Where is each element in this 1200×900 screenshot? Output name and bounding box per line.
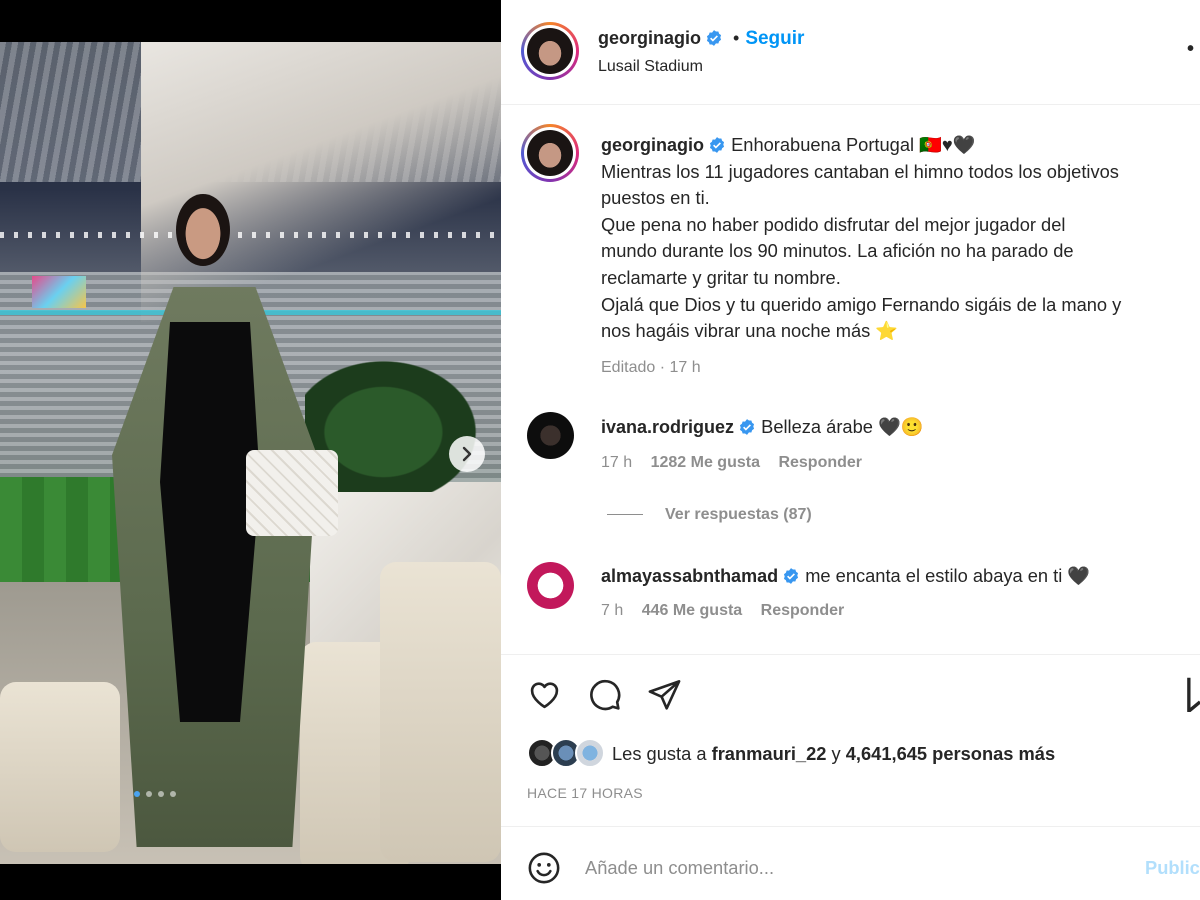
stadium-lights bbox=[0, 232, 501, 238]
likes-count[interactable]: 4,641,645 personas más bbox=[846, 743, 1055, 764]
add-comment-bar: Añade un comentario... Publicar bbox=[501, 826, 1200, 900]
caption-line: Ojalá que Dios y tu querido amigo Fernan… bbox=[601, 293, 1122, 315]
verified-badge-icon bbox=[709, 137, 725, 153]
view-replies-label: Ver respuestas (87) bbox=[665, 506, 812, 523]
comment-input[interactable]: Añade un comentario... bbox=[585, 857, 774, 879]
likes-summary: Les gusta a franmauri_22 y 4,641,645 per… bbox=[612, 743, 1055, 765]
comment-text: me encanta el estilo abaya en ti 🖤 bbox=[805, 565, 1091, 586]
comment-meta: 7 h 446 Me gusta Responder bbox=[601, 602, 844, 620]
post-timestamp[interactable]: HACE 17 HORAS bbox=[527, 785, 643, 801]
post-media bbox=[0, 0, 501, 900]
verified-badge-icon bbox=[739, 419, 755, 435]
header-separator: • bbox=[733, 28, 740, 48]
more-options-button[interactable]: • bbox=[1187, 38, 1194, 61]
likers-avatars[interactable] bbox=[527, 738, 607, 768]
handbag bbox=[246, 450, 338, 536]
view-replies-button[interactable]: Ver respuestas (87) bbox=[607, 506, 812, 524]
comment-icon bbox=[590, 679, 621, 711]
share-button[interactable] bbox=[647, 677, 682, 712]
caption-line: puestos en ti. bbox=[601, 187, 710, 209]
caption-line: Mientras los 11 jugadores cantaban el hi… bbox=[601, 160, 1119, 182]
stadium-screen bbox=[32, 276, 86, 308]
liker-username[interactable]: franmauri_22 bbox=[712, 743, 827, 764]
caption-author-avatar[interactable] bbox=[521, 124, 579, 182]
author-username[interactable]: georginagio bbox=[598, 28, 701, 48]
carousel-dot[interactable] bbox=[134, 791, 140, 797]
liker-avatar bbox=[575, 738, 605, 768]
carousel-dot[interactable] bbox=[146, 791, 152, 797]
emoji-icon bbox=[528, 852, 560, 884]
person-head bbox=[176, 194, 230, 266]
paper-plane-icon bbox=[648, 680, 681, 710]
chevron-right-icon bbox=[462, 446, 472, 462]
post-actions: Les gusta a franmauri_22 y 4,641,645 per… bbox=[501, 654, 1200, 824]
caption-line: reclamarte y gritar tu nombre. bbox=[601, 266, 841, 288]
commenter-avatar[interactable] bbox=[527, 412, 574, 459]
comment-likes[interactable]: 1282 Me gusta bbox=[651, 454, 760, 471]
caption-line: mundo durante los 90 minutos. La afición… bbox=[601, 240, 1074, 262]
post-header: georginagio • Seguir Lusail Stadium • bbox=[501, 0, 1200, 105]
carousel-dot[interactable] bbox=[170, 791, 176, 797]
next-slide-button[interactable] bbox=[449, 436, 485, 472]
comment-meta: 17 h 1282 Me gusta Responder bbox=[601, 454, 862, 472]
caption-edited-time: Editado · 17 h bbox=[601, 358, 701, 376]
comments-section: georginagio Enhorabuena Portugal 🇵🇹♥🖤 Mi… bbox=[501, 106, 1200, 654]
carousel-dots bbox=[134, 791, 176, 797]
emoji-button[interactable] bbox=[527, 851, 561, 885]
reply-button[interactable]: Responder bbox=[761, 602, 845, 619]
caption-line: nos hagáis vibrar una noche más ⭐ bbox=[601, 320, 899, 342]
author-avatar[interactable] bbox=[521, 22, 579, 80]
comment-button[interactable] bbox=[587, 677, 622, 712]
seat bbox=[380, 562, 501, 862]
comment-text: Belleza árabe 🖤🙂 bbox=[761, 416, 924, 437]
comment-likes[interactable]: 446 Me gusta bbox=[642, 602, 742, 619]
location-link[interactable]: Lusail Stadium bbox=[598, 58, 703, 76]
comment-username[interactable]: ivana.rodriguez bbox=[601, 417, 734, 437]
caption-line: Que pena no haber podido disfrutar del m… bbox=[601, 213, 1066, 235]
bookmark-icon bbox=[1187, 677, 1200, 712]
replies-divider bbox=[607, 514, 643, 516]
verified-badge-icon bbox=[706, 30, 722, 46]
reply-button[interactable]: Responder bbox=[778, 454, 862, 471]
save-button[interactable] bbox=[1187, 677, 1200, 712]
seat bbox=[0, 682, 120, 852]
heart-icon bbox=[530, 682, 559, 709]
likes-prefix: Les gusta a bbox=[612, 743, 712, 764]
post-panel: georginagio • Seguir Lusail Stadium • geor… bbox=[501, 0, 1200, 900]
like-button[interactable] bbox=[527, 677, 562, 712]
carousel-dot[interactable] bbox=[158, 791, 164, 797]
caption-line: Enhorabuena Portugal 🇵🇹♥🖤 bbox=[731, 134, 976, 155]
comment: ivana.rodriguez Belleza árabe 🖤🙂 bbox=[601, 416, 924, 438]
header-title-row: georginagio • Seguir bbox=[598, 28, 804, 50]
caption-author[interactable]: georginagio bbox=[601, 135, 704, 155]
comment-time[interactable]: 17 h bbox=[601, 454, 632, 471]
person-dress bbox=[160, 322, 260, 722]
post-photo[interactable] bbox=[0, 42, 501, 864]
commenter-avatar[interactable] bbox=[527, 562, 574, 609]
comment: almayassabnthamad me encanta el estilo a… bbox=[601, 565, 1090, 587]
caption: georginagio Enhorabuena Portugal 🇵🇹♥🖤 Mi… bbox=[601, 132, 1200, 381]
comment-username[interactable]: almayassabnthamad bbox=[601, 566, 778, 586]
publish-button[interactable]: Publicar bbox=[1145, 857, 1200, 879]
likes-middle: y bbox=[826, 743, 846, 764]
comment-time[interactable]: 7 h bbox=[601, 602, 623, 619]
follow-button[interactable]: Seguir bbox=[745, 28, 804, 49]
stadium-canopy bbox=[141, 42, 501, 322]
verified-badge-icon bbox=[784, 568, 799, 584]
